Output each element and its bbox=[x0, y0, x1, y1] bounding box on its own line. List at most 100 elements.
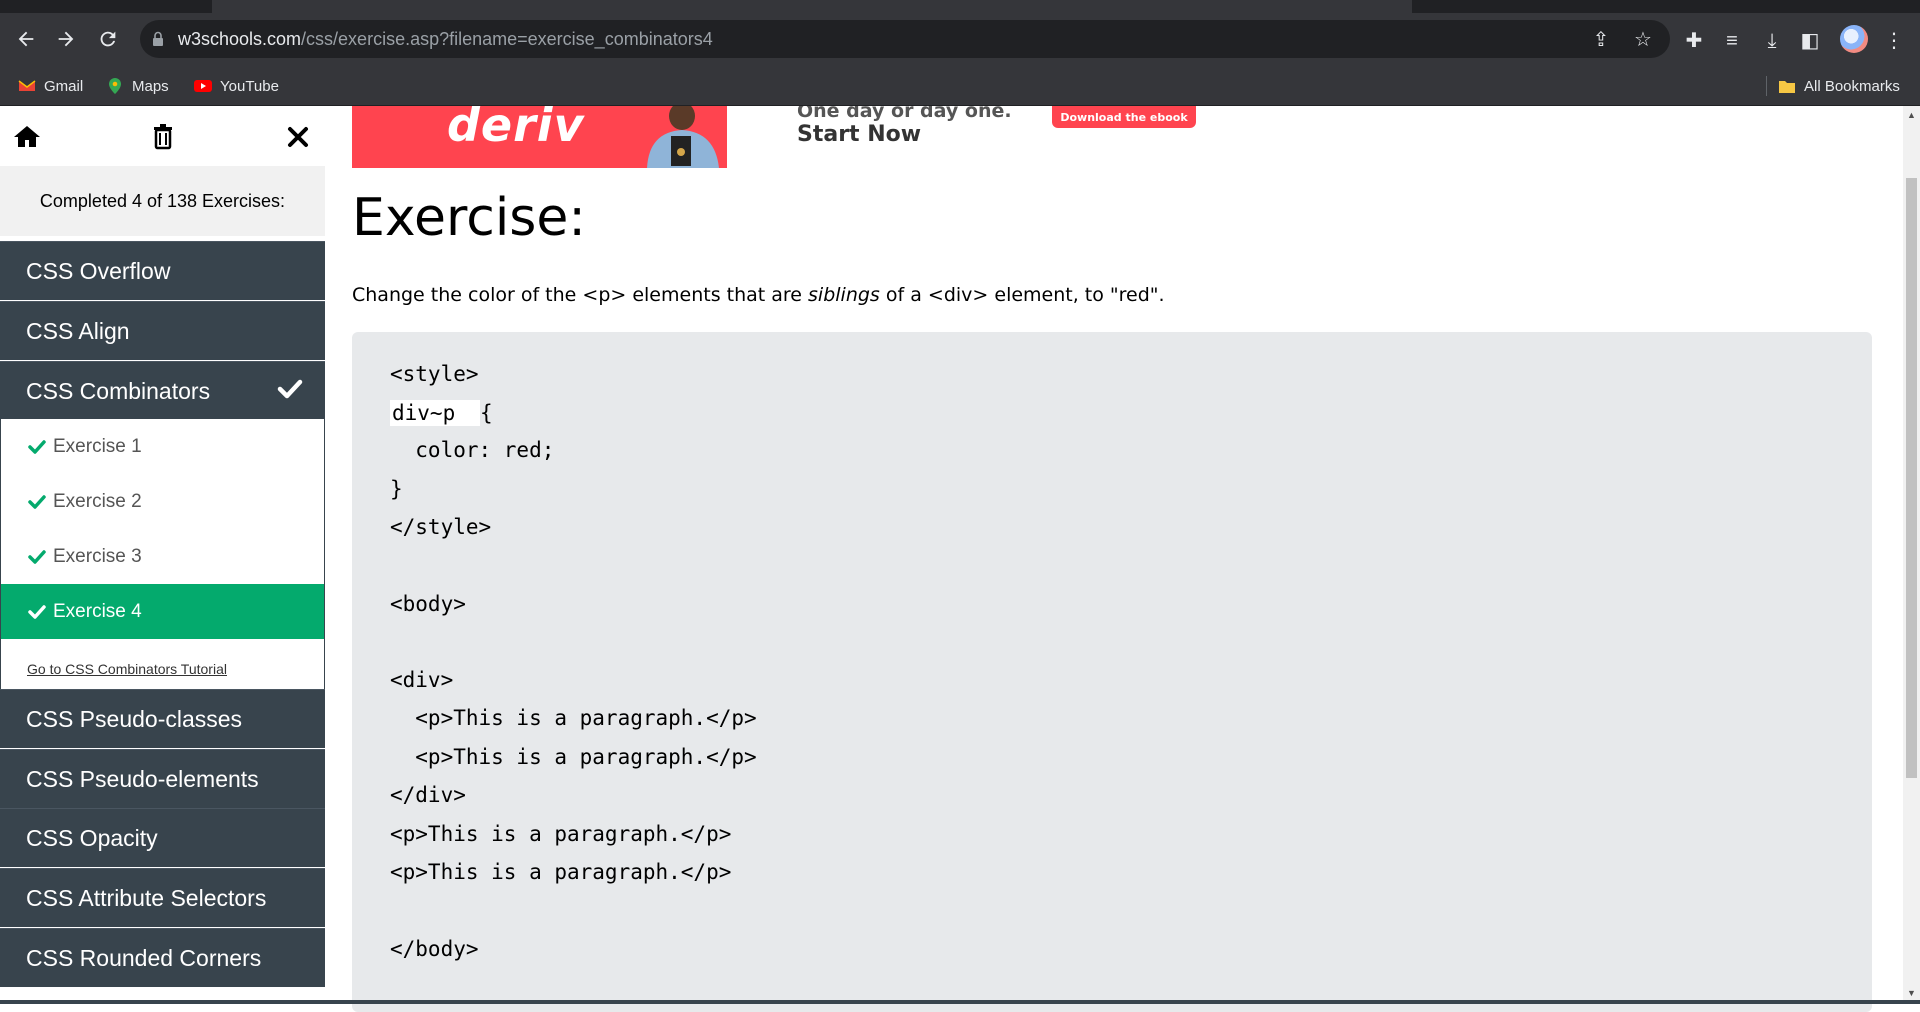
topic-label: CSS Overflow bbox=[26, 257, 171, 284]
checkmark-icon bbox=[28, 439, 46, 454]
topic-label: CSS Opacity bbox=[26, 824, 158, 851]
ad-tagline: One day or day one. bbox=[797, 106, 1012, 122]
scroll-down-arrow-icon[interactable]: ▼ bbox=[1906, 988, 1917, 999]
exercise-item-1[interactable]: Exercise 1 bbox=[1, 419, 324, 474]
ad-logo: deriv bbox=[447, 106, 585, 152]
exercise-item-4[interactable]: Exercise 4 bbox=[1, 584, 324, 639]
scroll-thumb[interactable] bbox=[1906, 178, 1917, 778]
bookmark-youtube[interactable]: YouTube bbox=[194, 74, 279, 98]
checkmark-icon bbox=[28, 494, 46, 509]
code-line: </div> bbox=[390, 783, 466, 807]
home-icon[interactable] bbox=[10, 120, 44, 154]
topic-css-pseudo-elements[interactable]: CSS Pseudo-elements bbox=[0, 749, 325, 808]
bookmark-label: YouTube bbox=[220, 77, 279, 95]
topic-css-overflow[interactable]: CSS Overflow bbox=[0, 241, 325, 300]
code-line: } bbox=[390, 477, 403, 501]
topic-label: CSS Combinators bbox=[26, 377, 211, 404]
back-button[interactable] bbox=[8, 21, 44, 57]
topic-label: CSS Attribute Selectors bbox=[26, 884, 267, 911]
reload-icon bbox=[100, 31, 116, 47]
exercise-description: Change the color of the <p> elements tha… bbox=[352, 284, 1165, 306]
checkmark-icon bbox=[28, 549, 46, 564]
trash-icon[interactable] bbox=[146, 120, 180, 154]
checkmark-icon bbox=[28, 604, 46, 619]
code-line: <p>This is a paragraph.</p> bbox=[390, 745, 757, 769]
folder-icon bbox=[1779, 81, 1795, 93]
bookmark-maps[interactable]: Maps bbox=[106, 74, 169, 98]
scroll-up-arrow-icon[interactable]: ▲ bbox=[1906, 110, 1917, 121]
desc-emphasis: siblings bbox=[808, 284, 880, 306]
ad-cta-text: Start Now bbox=[797, 122, 922, 147]
share-icon[interactable]: ⇪ bbox=[1590, 29, 1612, 51]
exercise-item-3[interactable]: Exercise 3 bbox=[1, 529, 324, 584]
page: Completed 4 of 138 Exercises: CSS Overfl… bbox=[0, 106, 1920, 1012]
exercise-list: Exercise 1 Exercise 2 Exercise 3 Exercis… bbox=[0, 419, 325, 694]
topic-css-combinators[interactable]: CSS Combinators bbox=[0, 361, 325, 420]
active-tab[interactable] bbox=[212, 0, 1412, 13]
all-bookmarks-button[interactable]: All Bookmarks bbox=[1778, 74, 1900, 98]
url-path: /css/exercise.asp?filename=exercise_comb… bbox=[301, 29, 713, 49]
all-bookmarks-label: All Bookmarks bbox=[1804, 77, 1900, 95]
reload-button[interactable] bbox=[90, 21, 126, 57]
youtube-icon bbox=[194, 80, 212, 92]
topic-css-align[interactable]: CSS Align bbox=[0, 301, 325, 360]
topic-css-attribute-selectors[interactable]: CSS Attribute Selectors bbox=[0, 868, 325, 927]
bookmark-label: Maps bbox=[132, 77, 169, 95]
topic-css-pseudo-classes[interactable]: CSS Pseudo-classes bbox=[0, 689, 325, 748]
desc-part-1: Change the color of the <p> elements tha… bbox=[352, 284, 809, 306]
answer-input[interactable]: div~p bbox=[390, 400, 480, 426]
address-bar[interactable]: w3schools.com/css/exercise.asp?filename=… bbox=[140, 20, 1670, 58]
code-line: </body> bbox=[390, 937, 479, 961]
extensions-icon[interactable]: ✚ bbox=[1680, 27, 1708, 55]
bookmarks-bar: Gmail Maps YouTube All Bookmarks bbox=[0, 66, 1920, 106]
bookmark-label: Gmail bbox=[44, 77, 84, 95]
completed-counter: Completed 4 of 138 Exercises: bbox=[0, 166, 325, 236]
bookmark-gmail[interactable]: Gmail bbox=[18, 74, 83, 98]
maps-icon bbox=[109, 78, 121, 94]
lock-icon bbox=[153, 31, 163, 46]
code-line: color: red; bbox=[390, 438, 555, 462]
ad-banner[interactable]: deriv One day or day one. Start Now Down… bbox=[352, 106, 1552, 168]
code-line: <style> bbox=[390, 362, 479, 386]
bookmarks-separator bbox=[1766, 76, 1767, 96]
ad-download-button[interactable]: Download the ebook bbox=[1052, 106, 1196, 128]
url-text: w3schools.com/css/exercise.asp?filename=… bbox=[178, 29, 713, 50]
forward-button[interactable] bbox=[48, 21, 84, 57]
topic-label: CSS Pseudo-classes bbox=[26, 705, 243, 732]
code-line: <p>This is a paragraph.</p> bbox=[390, 860, 732, 884]
exercise-title: Exercise: bbox=[352, 188, 586, 248]
exercise-label: Exercise 3 bbox=[53, 545, 142, 567]
browser-toolbar: w3schools.com/css/exercise.asp?filename=… bbox=[0, 13, 1920, 66]
profile-avatar[interactable] bbox=[1840, 25, 1868, 53]
back-arrow-icon bbox=[18, 31, 34, 47]
code-line: <p>This is a paragraph.</p> bbox=[390, 822, 732, 846]
tutorial-link[interactable]: Go to CSS Combinators Tutorial bbox=[27, 661, 227, 677]
url-host: w3schools.com bbox=[178, 29, 302, 49]
downloads-icon[interactable]: ⤓ bbox=[1758, 27, 1786, 55]
exercise-label: Exercise 4 bbox=[53, 600, 142, 622]
code-line: <div> bbox=[390, 668, 454, 692]
exercise-label: Exercise 1 bbox=[53, 435, 142, 457]
code-line: <p>This is a paragraph.</p> bbox=[390, 706, 757, 730]
page-scrollbar[interactable]: ▲ ▼ bbox=[1903, 106, 1920, 1004]
tab-strip bbox=[0, 0, 1920, 13]
topic-label: CSS Align bbox=[26, 317, 130, 344]
topic-css-opacity[interactable]: CSS Opacity bbox=[0, 808, 325, 867]
forward-arrow-icon bbox=[58, 31, 74, 47]
menu-kebab-icon[interactable]: ⋮ bbox=[1880, 27, 1908, 55]
topic-label: CSS Rounded Corners bbox=[26, 944, 262, 971]
gmail-icon bbox=[18, 80, 36, 91]
sidebar-toolbar bbox=[0, 106, 325, 166]
exercise-item-2[interactable]: Exercise 2 bbox=[1, 474, 324, 529]
topic-css-rounded-corners[interactable]: CSS Rounded Corners bbox=[0, 928, 325, 987]
bookmark-star-icon[interactable]: ☆ bbox=[1632, 29, 1654, 51]
bottom-edge bbox=[0, 1000, 1920, 1004]
code-line: { bbox=[480, 401, 493, 425]
topic-label: CSS Pseudo-elements bbox=[26, 765, 259, 792]
code-line: </style> bbox=[390, 515, 492, 539]
exercise-main: deriv One day or day one. Start Now Down… bbox=[352, 106, 1872, 1012]
close-icon[interactable] bbox=[281, 120, 315, 154]
side-panel-icon[interactable]: ◧ bbox=[1796, 27, 1824, 55]
code-line-selector: div~p{ bbox=[390, 400, 493, 426]
media-control-icon[interactable]: ≡ bbox=[1718, 27, 1746, 55]
